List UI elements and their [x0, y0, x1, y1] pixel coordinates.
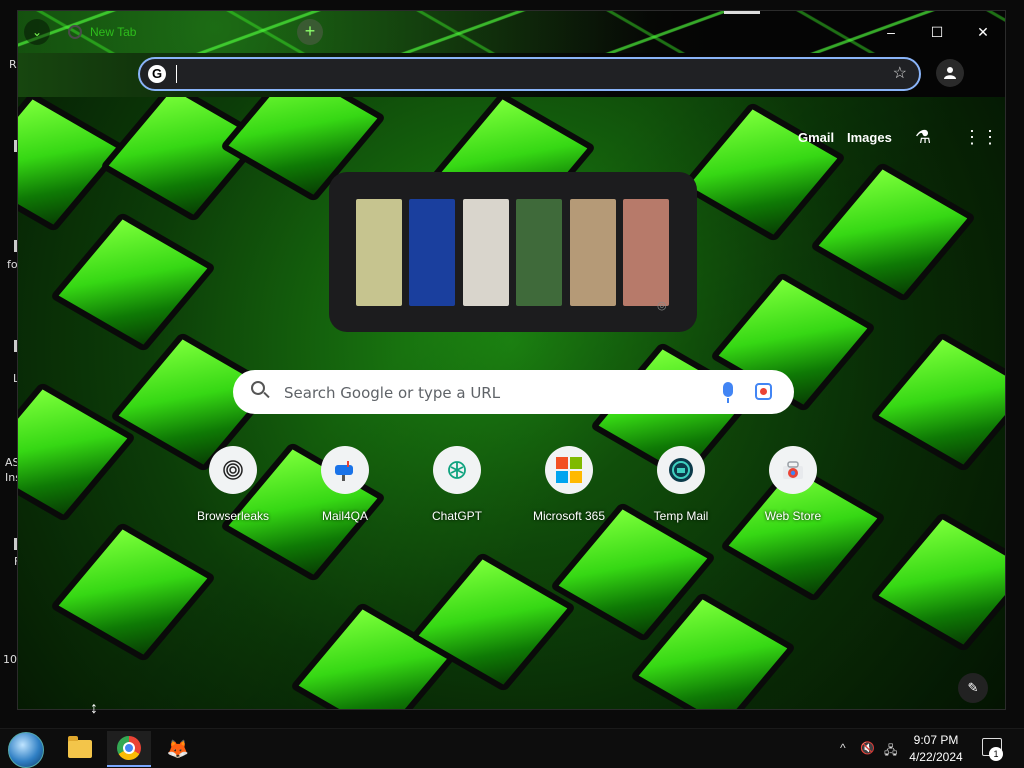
background-cube — [49, 211, 217, 353]
shortcut-label: Temp Mail — [653, 509, 709, 523]
doodle-card[interactable]: ◎ — [329, 172, 697, 332]
search-icon — [251, 381, 265, 395]
close-button[interactable]: ✕ — [960, 21, 1005, 43]
shortcut-web-store[interactable]: Web Store — [737, 446, 849, 526]
shortcut-browserleaks[interactable]: Browserleaks — [177, 446, 289, 526]
google-lens-icon[interactable] — [755, 383, 772, 400]
customize-pencil-icon[interactable]: ✎ — [958, 673, 988, 703]
doodle-strip — [409, 199, 455, 306]
apps-grid-icon[interactable]: ⋮⋮⋮ — [963, 127, 1005, 148]
tab-search-button[interactable]: ⌄ — [24, 19, 50, 45]
minimize-button[interactable]: – — [868, 21, 914, 43]
shortcut-label: Browserleaks — [196, 509, 270, 523]
taskbar: 🦊 ^ 🔇 🖧 9:07 PM 4/22/2024 1 — [0, 728, 1024, 768]
clock-time: 9:07 PM — [913, 733, 959, 747]
maximize-button[interactable]: ☐ — [914, 21, 960, 43]
address-bar[interactable]: G ☆ — [138, 57, 921, 91]
window-edge-highlight — [724, 11, 760, 14]
tab-new-tab[interactable]: New Tab — [58, 17, 290, 47]
fingerprint-icon — [209, 446, 257, 494]
clock-date: 4/22/2024 — [909, 750, 963, 764]
resize-cursor-icon: ↕ — [90, 700, 98, 717]
notification-count: 1 — [989, 747, 1003, 761]
gmail-link[interactable]: Gmail — [798, 130, 834, 145]
network-icon[interactable]: 🖧 — [884, 741, 897, 762]
background-cube — [869, 511, 1005, 653]
desktop-fragment: 10 — [3, 653, 17, 666]
microphone-icon[interactable] — [723, 382, 733, 403]
text-caret — [176, 65, 177, 83]
fox-app-button[interactable]: 🦊 — [156, 731, 200, 767]
shortcut-mail4qa[interactable]: Mail4QA — [289, 446, 401, 526]
chatgpt-icon — [433, 446, 481, 494]
person-icon — [944, 67, 956, 79]
shortcut-chatgpt[interactable]: ChatGPT — [401, 446, 513, 526]
desktop-fragment: R — [9, 58, 17, 71]
search-placeholder: Search Google or type a URL — [284, 384, 501, 402]
new-tab-page: Gmail Images ⚗ ⋮⋮⋮ ◎ Search Google or ty… — [18, 97, 1005, 709]
profile-button[interactable] — [936, 59, 964, 87]
tempmail-icon — [657, 446, 705, 494]
share-icon[interactable]: ◎ — [657, 299, 667, 312]
title-bar[interactable]: ⌄ New Tab + – ☐ ✕ — [18, 11, 1005, 53]
chrome-taskbar-button[interactable] — [107, 731, 151, 767]
shortcut-label: Mail4QA — [321, 509, 368, 523]
file-explorer-button[interactable] — [58, 731, 102, 767]
google-logo-icon: G — [148, 65, 166, 83]
microsoft-icon — [545, 446, 593, 494]
images-link[interactable]: Images — [847, 130, 892, 145]
shortcut-label: Microsoft 365 — [532, 509, 606, 523]
background-cube — [809, 161, 977, 303]
chrome-icon — [117, 736, 141, 760]
chevron-down-icon: ⌄ — [31, 25, 43, 39]
webstore-icon — [769, 446, 817, 494]
show-hidden-icons-icon[interactable]: ^ — [840, 741, 846, 755]
mailbox-icon — [321, 446, 369, 494]
tab-title: New Tab — [90, 25, 137, 39]
volume-muted-icon[interactable]: 🔇 — [860, 741, 875, 755]
shortcut-label: Web Store — [764, 509, 822, 523]
doodle-strip — [623, 199, 669, 306]
clock[interactable]: 9:07 PM 4/22/2024 — [900, 732, 972, 766]
search-box[interactable]: Search Google or type a URL — [233, 370, 794, 414]
background-cube — [679, 101, 847, 243]
labs-flask-icon[interactable]: ⚗ — [915, 127, 931, 148]
background-cube — [18, 381, 137, 523]
background-cube — [49, 521, 217, 663]
start-button[interactable] — [8, 732, 44, 768]
shortcut-temp-mail[interactable]: Temp Mail — [625, 446, 737, 526]
fox-icon: 🦊 — [166, 738, 190, 759]
toolbar: G ☆ — [18, 53, 1005, 97]
doodle-strip — [356, 199, 402, 306]
doodle-strip — [463, 199, 509, 306]
background-cube — [869, 331, 1005, 473]
doodle-strip — [516, 199, 562, 306]
shortcut-label: ChatGPT — [431, 509, 482, 523]
doodle-strip — [570, 199, 616, 306]
folder-icon — [68, 736, 92, 758]
browser-window: ⌄ New Tab + – ☐ ✕ G ☆ Gmail Images ⚗ ⋮⋮ … — [17, 10, 1006, 710]
shortcut-microsoft-365[interactable]: Microsoft 365 — [513, 446, 625, 526]
bookmark-star-icon[interactable]: ☆ — [893, 63, 907, 83]
new-tab-button[interactable]: + — [297, 19, 323, 45]
chrome-favicon-icon — [68, 25, 82, 39]
